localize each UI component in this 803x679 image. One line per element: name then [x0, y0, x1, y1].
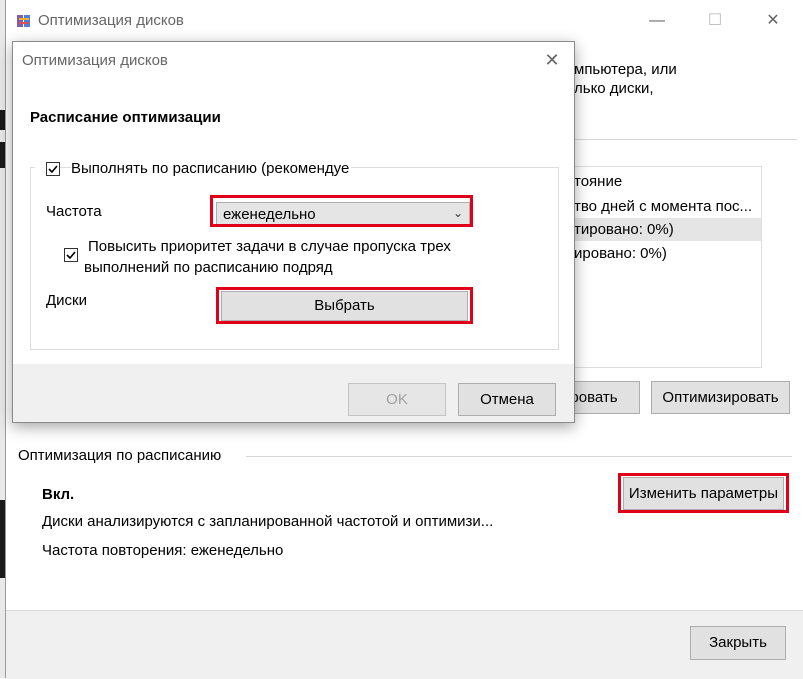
schedule-state: Вкл. — [42, 486, 75, 503]
run-on-schedule-label[interactable]: Выполнять по расписанию (рекомендуе — [71, 160, 352, 177]
dialog-close-icon[interactable]: ✕ — [541, 49, 563, 71]
optimize-button[interactable]: Оптимизировать — [651, 381, 790, 414]
drive-list[interactable] — [571, 166, 762, 368]
close-window-button[interactable]: ✕ — [758, 10, 788, 32]
frequency-label: Частота — [46, 203, 102, 220]
schedule-frequency: Частота повторения: еженедельно — [42, 542, 284, 559]
minimize-button[interactable]: — — [642, 10, 672, 32]
cancel-button[interactable]: Отмена — [458, 383, 556, 416]
description-text-line1: мпьютера, или — [574, 61, 677, 78]
separator — [571, 139, 797, 140]
highlight-frame — [210, 195, 473, 227]
main-titlebar: Оптимизация дисков — ☐ ✕ — [6, 0, 803, 42]
close-button[interactable]: Закрыть — [690, 626, 786, 660]
priority-label-line1[interactable]: Повысить приоритет задачи в случае пропу… — [88, 238, 451, 255]
list-cell: тво дней с момента пос... — [574, 198, 753, 215]
list-cell: тировано: 0%) — [574, 221, 674, 238]
section-separator — [246, 456, 792, 457]
drives-label: Диски — [46, 292, 87, 309]
schedule-dialog: Оптимизация дисков ✕ Расписание оптимиза… — [12, 41, 575, 423]
schedule-description: Диски анализируются с запланированной ча… — [42, 513, 494, 530]
defrag-app-icon — [17, 15, 30, 27]
run-on-schedule-checkbox-box[interactable] — [46, 162, 60, 176]
list-column-header-status[interactable]: тояние — [574, 173, 622, 190]
list-cell: ировано: 0%) — [574, 245, 667, 262]
dialog-heading: Расписание оптимизации — [30, 109, 221, 126]
ok-button[interactable]: OK — [348, 383, 446, 416]
checkmark-icon — [66, 251, 76, 260]
priority-label-line2[interactable]: выполнений по расписанию подряд — [84, 259, 333, 276]
dialog-title: Оптимизация дисков — [22, 52, 168, 69]
highlight-frame — [216, 287, 473, 324]
priority-checkbox[interactable] — [64, 248, 78, 262]
maximize-button[interactable]: ☐ — [700, 10, 730, 32]
highlight-frame — [618, 473, 789, 513]
checkmark-icon — [48, 165, 58, 174]
main-footer — [6, 610, 803, 679]
main-window-title: Оптимизация дисков — [38, 12, 184, 29]
scheduled-section-label: Оптимизация по расписанию — [18, 447, 222, 464]
description-text-line2: лько диски, — [574, 80, 654, 97]
